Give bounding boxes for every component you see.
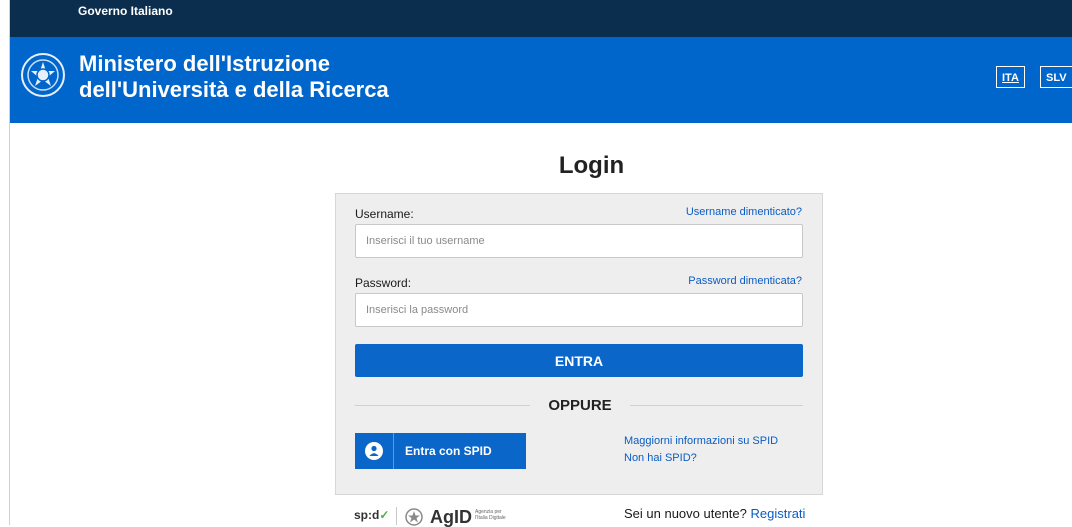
government-topbar: Governo Italiano (10, 0, 1072, 37)
ministry-title-line2: dell'Università e della Ricerca (79, 77, 389, 102)
window-left-edge (0, 0, 10, 525)
username-input[interactable] (355, 224, 803, 258)
spid-logo: sp:d✓ (354, 508, 390, 522)
username-label: Username: (355, 207, 414, 221)
login-panel: Username: Username dimenticato? Password… (335, 193, 823, 495)
agid-wordmark: AgID (430, 507, 472, 527)
spid-icon-box (355, 433, 394, 469)
spid-button-label: Entra con SPID (405, 444, 492, 458)
spid-login-button[interactable]: Entra con SPID (355, 433, 526, 469)
user-icon (365, 442, 383, 460)
ministry-title-line1: Ministero dell'Istruzione (79, 51, 330, 76)
agid-logo: AgID Agenzia per l'Italia Digitale (404, 507, 534, 527)
topbar-title[interactable]: Governo Italiano (78, 4, 173, 18)
password-label: Password: (355, 276, 412, 290)
register-link[interactable]: Registrati (751, 506, 806, 521)
new-user-text: Sei un nuovo utente? (624, 506, 747, 521)
spid-info-link[interactable]: Maggiorni informazioni su SPID (624, 435, 778, 447)
page-title: Login (558, 152, 625, 179)
password-forgot-link[interactable]: Password dimenticata? (688, 275, 802, 287)
password-input[interactable] (355, 293, 803, 327)
site-header: Ministero dell'Istruzione dell'Universit… (10, 37, 1072, 123)
check-icon: ✓ (379, 508, 390, 522)
language-slv-button[interactable]: SLV (1040, 66, 1072, 88)
divider-line-right (630, 405, 803, 406)
spid-no-account-link[interactable]: Non hai SPID? (624, 452, 697, 464)
new-user-prompt: Sei un nuovo utente? Registrati (624, 506, 805, 521)
ministry-title[interactable]: Ministero dell'Istruzione dell'Universit… (79, 51, 389, 103)
footer-separator (396, 507, 397, 525)
italian-republic-emblem-icon (21, 53, 65, 97)
login-submit-button[interactable]: ENTRA (355, 344, 803, 377)
username-forgot-link[interactable]: Username dimenticato? (686, 206, 802, 218)
agid-subtitle: Agenzia per l'Italia Digitale (475, 509, 506, 521)
language-ita-button[interactable]: ITA (996, 66, 1025, 88)
agid-emblem-icon (405, 508, 423, 526)
